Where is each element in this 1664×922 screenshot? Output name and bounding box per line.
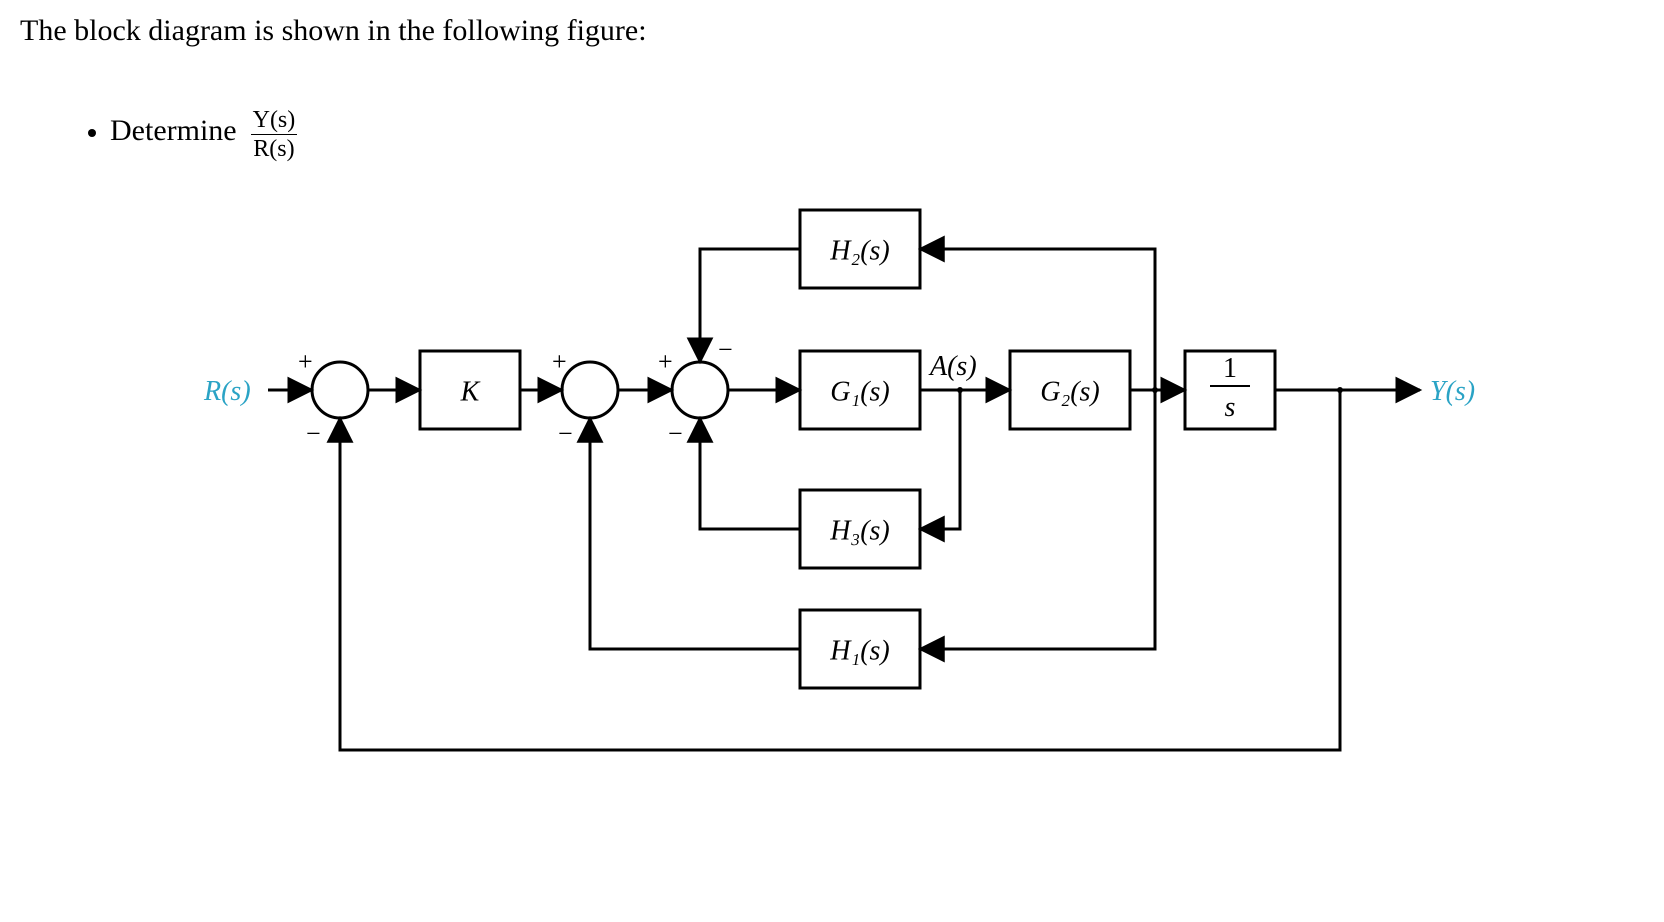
wire-A-to-H3: [920, 390, 960, 529]
wire-H1-to-sum2: [590, 418, 800, 649]
output-label: Y(s): [1430, 376, 1475, 407]
sum3-minus-bot: −: [668, 419, 683, 448]
bullet-dot-icon: [88, 129, 96, 137]
sum1-plus: +: [298, 347, 313, 376]
block-diagram: K G₁(s) G₂(s) 1 s H₂(s) H₃(s) H₁(s): [0, 180, 1664, 880]
wire-H2-to-sum3: [700, 249, 800, 362]
summing-junction-1: [312, 362, 368, 418]
transfer-function-fraction: Y(s) R(s): [251, 108, 298, 161]
sum3-plus-left: +: [658, 347, 673, 376]
intro-text: The block diagram is shown in the follow…: [20, 14, 647, 48]
summing-junction-2: [562, 362, 618, 418]
wire-unity-feedback: [340, 390, 1340, 750]
block-H2-label: H₂(s): [829, 235, 890, 266]
block-H3-label: H₃(s): [829, 515, 890, 546]
block-K-label: K: [460, 376, 481, 407]
block-G1-label: G₁(s): [830, 376, 890, 407]
bullet-item: Determine Y(s) R(s): [88, 104, 297, 157]
node-A: [957, 387, 963, 393]
sum2-minus: −: [558, 419, 573, 448]
input-label: R(s): [203, 376, 251, 407]
integrator-num: 1: [1223, 353, 1237, 384]
sum1-minus: −: [306, 419, 321, 448]
node-after-G2: [1152, 387, 1158, 393]
sum2-plus: +: [552, 347, 567, 376]
fraction-numerator: Y(s): [251, 108, 298, 134]
summing-junction-3: [672, 362, 728, 418]
integrator-den: s: [1225, 392, 1236, 423]
node-output-tap: [1337, 387, 1343, 393]
block-G2-label: G₂(s): [1040, 376, 1100, 407]
fraction-denominator: R(s): [251, 134, 296, 161]
sum3-minus-top: −: [718, 335, 733, 364]
midsignal-label: A(s): [928, 351, 977, 382]
wire-H3-to-sum3: [700, 418, 800, 529]
bullet-word: Determine: [110, 114, 237, 148]
block-H1-label: H₁(s): [829, 635, 890, 666]
